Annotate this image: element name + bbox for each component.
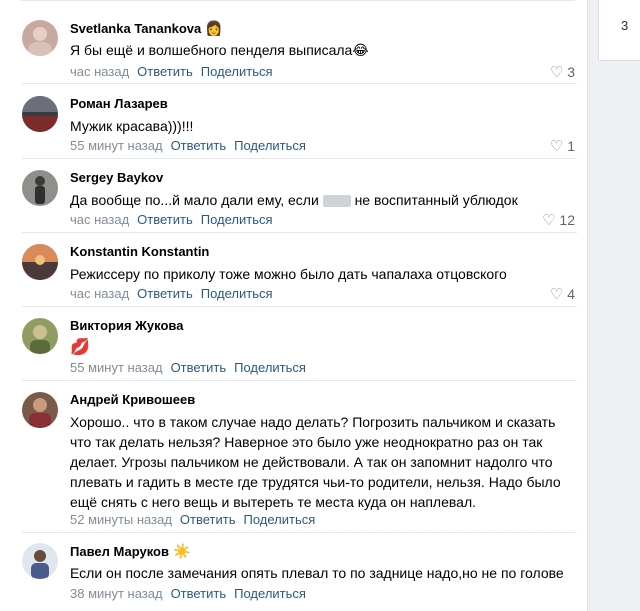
avatar-image <box>22 244 58 280</box>
avatar-image <box>30 325 50 354</box>
divider <box>22 380 577 381</box>
avatar-image <box>28 27 52 56</box>
comment-meta: час назад Ответить Поделиться <box>70 286 273 302</box>
comment-author[interactable]: Павел Маруков ☀️ <box>70 543 190 560</box>
comment-author[interactable]: Андрей Кривошеев <box>70 392 195 408</box>
like-count: 3 <box>567 64 575 80</box>
reply-link[interactable]: Ответить <box>171 138 227 153</box>
divider <box>22 158 577 159</box>
reply-link[interactable]: Ответить <box>171 586 227 601</box>
divider <box>22 306 577 307</box>
like-count: 12 <box>559 212 575 228</box>
author-badge-icon: 👩 <box>205 20 223 36</box>
avatar[interactable] <box>22 20 58 56</box>
censored-blur <box>322 195 351 208</box>
like-button[interactable]: ♡ 4 <box>550 286 575 303</box>
avatar[interactable] <box>22 96 58 132</box>
author-name[interactable]: Sergey Baykov <box>70 170 163 185</box>
comment-author[interactable]: Роман Лазарев <box>70 96 168 112</box>
comment-time[interactable]: 38 минут назад <box>70 586 163 601</box>
comment-meta: час назад Ответить Поделиться <box>70 212 273 228</box>
divider <box>20 0 575 1</box>
comment-text: Мужик красава)))!!! <box>70 118 194 134</box>
comment-meta: 55 минут назад Ответить Поделиться <box>70 138 306 154</box>
comment-text-part: не воспитанный ублюдок <box>354 192 518 208</box>
author-name[interactable]: Виктория Жукова <box>70 318 183 333</box>
avatar[interactable] <box>22 244 58 280</box>
comment-time[interactable]: час назад <box>70 64 129 79</box>
divider <box>22 83 577 84</box>
like-button[interactable]: ♡ 1 <box>550 138 575 155</box>
like-count: 1 <box>567 138 575 154</box>
author-name[interactable]: Андрей Кривошеев <box>70 392 195 407</box>
comment-text: Если он после замечания опять плевал то … <box>70 565 564 581</box>
side-panel-glyph: 3 <box>621 18 629 33</box>
comment-meta: час назад Ответить Поделиться <box>70 64 273 80</box>
like-button[interactable]: ♡ 12 <box>542 212 575 229</box>
author-name[interactable]: Konstantin Konstantin <box>70 244 209 259</box>
comment-meta: 55 минут назад Ответить Поделиться <box>70 360 306 376</box>
avatar[interactable] <box>22 170 58 206</box>
avatar-image <box>35 176 45 204</box>
reply-link[interactable]: Ответить <box>171 360 227 375</box>
comment-time[interactable]: 52 минуты назад <box>70 512 172 527</box>
share-link[interactable]: Поделиться <box>201 64 273 79</box>
comment-author[interactable]: Konstantin Konstantin <box>70 244 209 260</box>
reply-link[interactable]: Ответить <box>137 64 193 79</box>
comment-text: Я бы ещё и волшебного пенделя выписала😂 <box>70 42 369 58</box>
comment-author[interactable]: Виктория Жукова <box>70 318 183 334</box>
avatar[interactable] <box>22 392 58 428</box>
avatar-image <box>29 398 51 428</box>
heart-icon: ♡ <box>549 138 564 155</box>
avatar-image <box>31 550 49 579</box>
heart-icon: ♡ <box>549 286 564 303</box>
comment-text-part: Да вообще по...й мало дали ему, если <box>70 192 319 208</box>
lips-emoji-icon: 💋 <box>70 339 90 356</box>
like-count: 4 <box>567 286 575 302</box>
avatar[interactable] <box>22 318 58 354</box>
comment-time[interactable]: час назад <box>70 212 129 227</box>
reply-link[interactable]: Ответить <box>137 286 193 301</box>
comment-text: Режиссеру по приколу тоже можно было дат… <box>70 266 507 282</box>
comment-time[interactable]: 55 минут назад <box>70 360 163 375</box>
reply-link[interactable]: Ответить <box>137 212 193 227</box>
comment-author[interactable]: Sergey Baykov <box>70 170 163 186</box>
share-link[interactable]: Поделиться <box>201 286 273 301</box>
share-link[interactable]: Поделиться <box>201 212 273 227</box>
comment-author[interactable]: Svetlanka Tanankova 👩 <box>70 20 223 37</box>
sun-icon: ☀️ <box>172 543 191 559</box>
share-link[interactable]: Поделиться <box>234 360 306 375</box>
side-panel: 3 <box>598 0 640 61</box>
heart-icon: ♡ <box>549 64 564 81</box>
share-link[interactable]: Поделиться <box>243 512 315 527</box>
comments-feed: Svetlanka Tanankova 👩 Я бы ещё и волшебно… <box>0 0 588 611</box>
like-button[interactable]: ♡ 3 <box>550 64 575 81</box>
divider <box>22 532 577 533</box>
share-link[interactable]: Поделиться <box>234 586 306 601</box>
reply-link[interactable]: Ответить <box>180 512 236 527</box>
comment-meta: 52 минуты назад Ответить Поделиться <box>70 512 315 528</box>
heart-icon: ♡ <box>541 212 556 229</box>
author-name[interactable]: Павел Маруков <box>70 544 169 559</box>
comment-text: Хорошо.. что в таком случае надо делать?… <box>70 414 561 510</box>
author-name[interactable]: Роман Лазарев <box>70 96 168 111</box>
share-link[interactable]: Поделиться <box>234 138 306 153</box>
author-name[interactable]: Svetlanka Tanankova <box>70 21 201 36</box>
avatar[interactable] <box>22 543 58 579</box>
comment-meta: 38 минут назад Ответить Поделиться <box>70 586 306 602</box>
comment-text: Да вообще по...й мало дали ему, если не … <box>70 190 570 210</box>
comment-time[interactable]: час назад <box>70 286 129 301</box>
divider <box>22 232 577 233</box>
avatar-image <box>22 96 58 132</box>
comment-time[interactable]: 55 минут назад <box>70 138 163 153</box>
